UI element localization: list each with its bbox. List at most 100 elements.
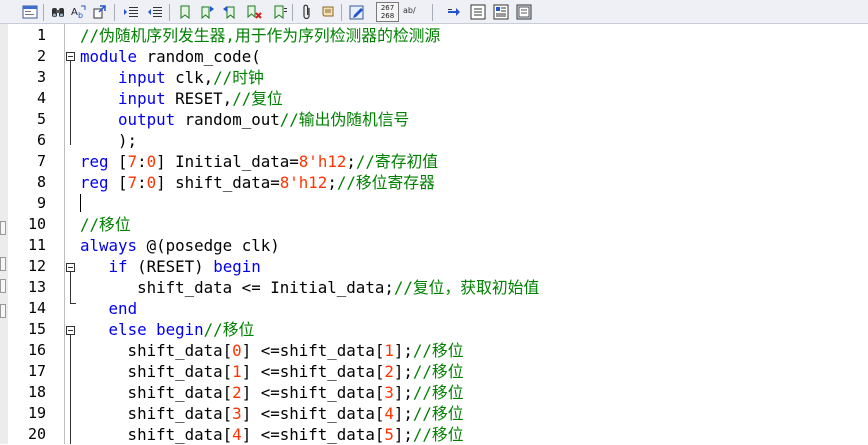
code-token: (RESET) <box>127 257 214 276</box>
fold-toggle-module[interactable] <box>66 52 75 61</box>
line-number: 11 <box>27 236 46 254</box>
code-line[interactable]: end <box>80 298 138 319</box>
line-number: 17 <box>27 362 46 380</box>
code-token: RESET, <box>165 89 233 108</box>
arrow-right-icon[interactable] <box>446 4 462 20</box>
code-token: 3 <box>384 383 394 402</box>
code-token: ; <box>327 173 337 192</box>
code-line[interactable]: reg [7:0] shift_data=8'h12;//移位寄存器 <box>80 172 435 193</box>
bookmark-next-icon[interactable] <box>199 4 215 20</box>
code-token: //移位 <box>412 404 464 423</box>
list-icon[interactable] <box>470 4 486 20</box>
code-line[interactable]: else begin//移位 <box>80 319 255 340</box>
replace-icon[interactable]: Ab <box>71 4 87 20</box>
code-token: ] Initial_data= <box>156 152 299 171</box>
code-token: 1 <box>232 362 242 381</box>
code-token: random_out <box>175 110 280 129</box>
side-tab[interactable] <box>0 304 6 318</box>
code-token: ]; <box>393 362 413 381</box>
indent-icon[interactable] <box>123 4 139 20</box>
code-token: //复位，获取初始值 <box>393 278 540 297</box>
code-token: input <box>118 89 166 108</box>
goto-icon[interactable] <box>92 4 108 20</box>
fold-guide <box>70 272 71 303</box>
code-token: 7 <box>127 152 138 171</box>
word-wrap-icon[interactable]: ab/ <box>403 6 416 15</box>
toolbar-separator <box>292 4 293 21</box>
code-line[interactable]: shift_data[0] <=shift_data[1];//移位 <box>80 340 464 361</box>
code-token: shift_data[ <box>80 362 233 381</box>
side-tab[interactable] <box>0 257 6 271</box>
code-token: if <box>108 257 128 276</box>
toolbar-separator <box>169 4 170 21</box>
fold-guide <box>70 335 71 444</box>
code-line[interactable]: shift_data[1] <=shift_data[2];//移位 <box>80 361 464 382</box>
code-line[interactable]: shift_data[4] <=shift_data[5];//移位 <box>80 424 464 445</box>
code-token: 1 <box>384 341 394 360</box>
code-token: output <box>118 110 176 129</box>
code-line[interactable]: always @(posedge clk) <box>80 235 280 256</box>
code-token: ); <box>80 131 138 150</box>
edit-icon[interactable] <box>349 4 365 20</box>
code-line[interactable]: if (RESET) begin <box>80 256 261 277</box>
code-line[interactable]: reg [7:0] Initial_data=8'h12;//寄存初值 <box>80 151 438 172</box>
fold-end-mark <box>70 303 76 304</box>
side-tab[interactable] <box>0 279 6 293</box>
code-token: random_code( <box>137 47 261 66</box>
line-number: 5 <box>36 110 46 128</box>
panel-icon[interactable] <box>516 4 532 20</box>
bookmark-list-icon[interactable] <box>272 4 288 20</box>
doc-icon[interactable] <box>493 4 509 20</box>
code-token: else <box>108 320 147 339</box>
code-token: [ <box>108 152 128 171</box>
code-token: //移位 <box>412 425 464 444</box>
code-line[interactable]: shift_data <= Initial_data;//复位，获取初始值 <box>80 277 539 298</box>
code-token: 5 <box>384 425 394 444</box>
binoculars-icon[interactable] <box>50 4 66 20</box>
window-icon[interactable] <box>22 4 38 20</box>
toolbar: Ab 267 268 ab/ <box>0 0 868 24</box>
svg-text:A: A <box>71 7 78 18</box>
outdent-icon[interactable] <box>147 4 163 20</box>
code-line[interactable]: shift_data[2] <=shift_data[3];//移位 <box>80 382 464 403</box>
code-line[interactable]: //伪随机序列发生器,用于作为序列检测器的检测源 <box>80 25 440 46</box>
fold-toggle-else[interactable] <box>66 326 75 335</box>
bookmark-toggle-icon[interactable] <box>177 4 193 20</box>
code-token: 2 <box>232 383 242 402</box>
code-token: 4 <box>232 425 242 444</box>
code-token: //移位寄存器 <box>336 173 435 192</box>
code-token: ]; <box>393 425 413 444</box>
svg-text:b: b <box>78 11 83 20</box>
code-token: ]; <box>393 341 413 360</box>
line-number: 9 <box>36 194 46 212</box>
line-number: 1 <box>36 26 46 44</box>
code-line[interactable]: input clk,//时钟 <box>80 67 264 88</box>
code-line[interactable]: module random_code( <box>80 46 261 67</box>
code-token: 8'h12 <box>298 152 347 171</box>
line-numbers-icon[interactable]: 267 268 <box>376 2 399 22</box>
side-tab[interactable] <box>0 221 6 235</box>
code-token: //移位 <box>203 320 255 339</box>
code-line[interactable]: //移位 <box>80 214 131 235</box>
bookmark-clear-icon[interactable] <box>246 4 262 20</box>
paperclip-icon[interactable] <box>299 4 315 20</box>
code-token: 7 <box>127 173 138 192</box>
code-token: 2 <box>384 362 394 381</box>
code-token: ] shift_data= <box>156 173 280 192</box>
code-line[interactable]: input RESET,//复位 <box>80 88 283 109</box>
code-line[interactable]: output random_out//输出伪随机信号 <box>80 109 409 130</box>
code-line[interactable]: shift_data[3] <=shift_data[4];//移位 <box>80 403 464 424</box>
code-token: //输出伪随机信号 <box>279 110 410 129</box>
bookmark-prev-icon[interactable] <box>222 4 238 20</box>
toolbar-separator <box>432 4 433 21</box>
scroll-icon[interactable] <box>320 4 336 20</box>
fold-toggle-if[interactable] <box>66 263 75 272</box>
code-line[interactable]: ); <box>80 130 137 151</box>
code-token: always <box>80 236 138 255</box>
code-token: //伪随机序列发生器,用于作为序列检测器的检测源 <box>80 26 441 45</box>
